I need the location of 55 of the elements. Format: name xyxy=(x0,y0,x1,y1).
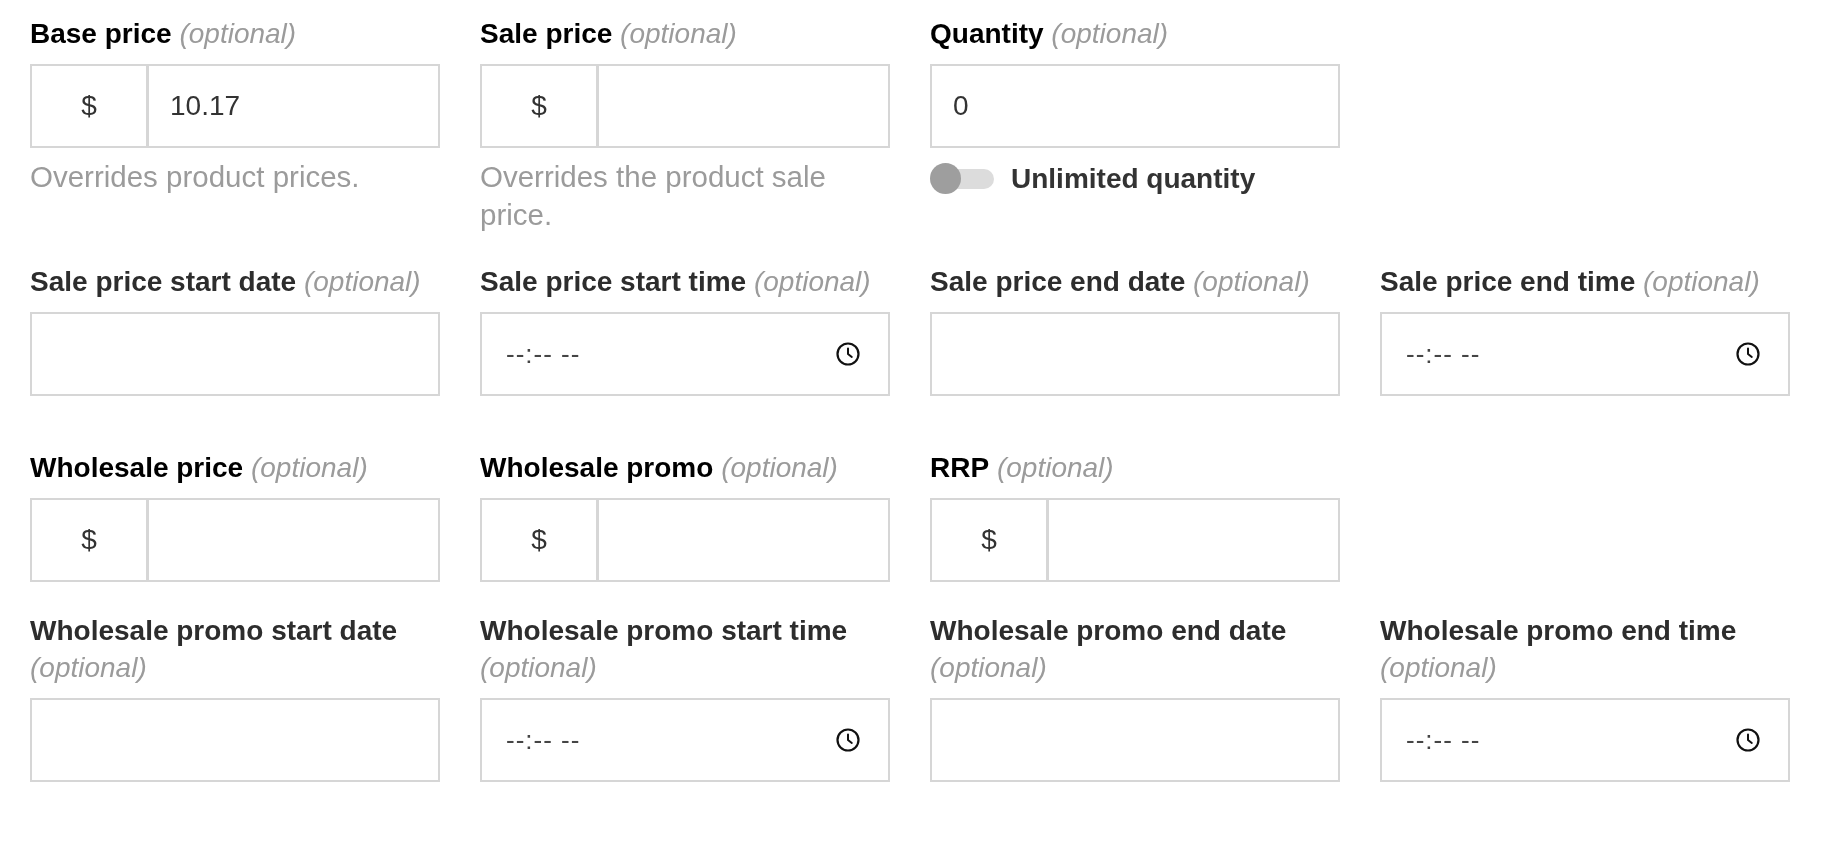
date-input[interactable] xyxy=(930,698,1340,782)
clock-icon xyxy=(1736,728,1760,752)
help-text: Overrides product prices. xyxy=(30,159,361,195)
field-label: Sale price end time xyxy=(1380,266,1636,297)
optional-note: (optional) xyxy=(179,18,297,49)
optional-note: (optional) xyxy=(480,652,597,683)
optional-note: (optional) xyxy=(303,266,421,297)
field-label: Wholesale promo end date xyxy=(930,615,1287,646)
field-label: Wholesale promo start date xyxy=(30,615,398,646)
currency-symbol: $ xyxy=(930,498,1048,582)
currency-symbol: $ xyxy=(30,498,148,582)
optional-note: (optional) xyxy=(250,452,368,483)
field-label: Base price xyxy=(30,18,172,49)
optional-note: (optional) xyxy=(930,652,1047,683)
optional-note: (optional) xyxy=(1380,652,1497,683)
optional-note: (optional) xyxy=(620,18,737,49)
currency-symbol: $ xyxy=(480,498,598,582)
field-label: Quantity xyxy=(930,18,1044,49)
field-label: Wholesale promo end time xyxy=(1380,615,1737,646)
field-label: Sale price start time xyxy=(480,266,747,297)
field-label: Sale price start date xyxy=(30,266,297,297)
clock-icon xyxy=(1736,342,1760,366)
field-label: Wholesale price xyxy=(30,452,244,483)
field-label: Wholesale promo xyxy=(480,452,714,483)
help-text: Overrides the product sale price. xyxy=(480,159,827,233)
toggle-label: Unlimited quantity xyxy=(1011,162,1256,196)
date-input[interactable] xyxy=(30,312,440,396)
field-label: RRP xyxy=(930,452,990,483)
optional-note: (optional) xyxy=(753,266,871,297)
price-input[interactable]: 10.17 xyxy=(147,64,440,148)
time-input[interactable]: --:-- -- xyxy=(1380,312,1790,396)
optional-note: (optional) xyxy=(30,652,147,683)
quantity-input[interactable]: 0 xyxy=(930,64,1340,148)
optional-note: (optional) xyxy=(721,452,838,483)
field-label: Sale price xyxy=(480,18,613,49)
price-input[interactable] xyxy=(597,498,890,582)
time-input[interactable]: --:-- -- xyxy=(480,698,890,782)
clock-icon xyxy=(836,728,860,752)
currency-symbol: $ xyxy=(480,64,598,148)
date-input[interactable] xyxy=(30,698,440,782)
field-label: Sale price end date xyxy=(930,266,1186,297)
date-input[interactable] xyxy=(930,312,1340,396)
optional-note: (optional) xyxy=(1193,266,1310,297)
toggle-switch[interactable] xyxy=(930,163,994,195)
optional-note: (optional) xyxy=(1643,266,1760,297)
time-input[interactable]: --:-- -- xyxy=(1380,698,1790,782)
price-input[interactable] xyxy=(1047,498,1340,582)
currency-symbol: $ xyxy=(30,64,148,148)
clock-icon xyxy=(836,342,860,366)
field-label: Wholesale promo start time xyxy=(480,615,848,646)
price-input[interactable] xyxy=(147,498,440,582)
price-input[interactable] xyxy=(597,64,890,148)
optional-note: (optional) xyxy=(996,452,1114,483)
optional-note: (optional) xyxy=(1051,18,1169,49)
time-input[interactable]: --:-- -- xyxy=(480,312,890,396)
